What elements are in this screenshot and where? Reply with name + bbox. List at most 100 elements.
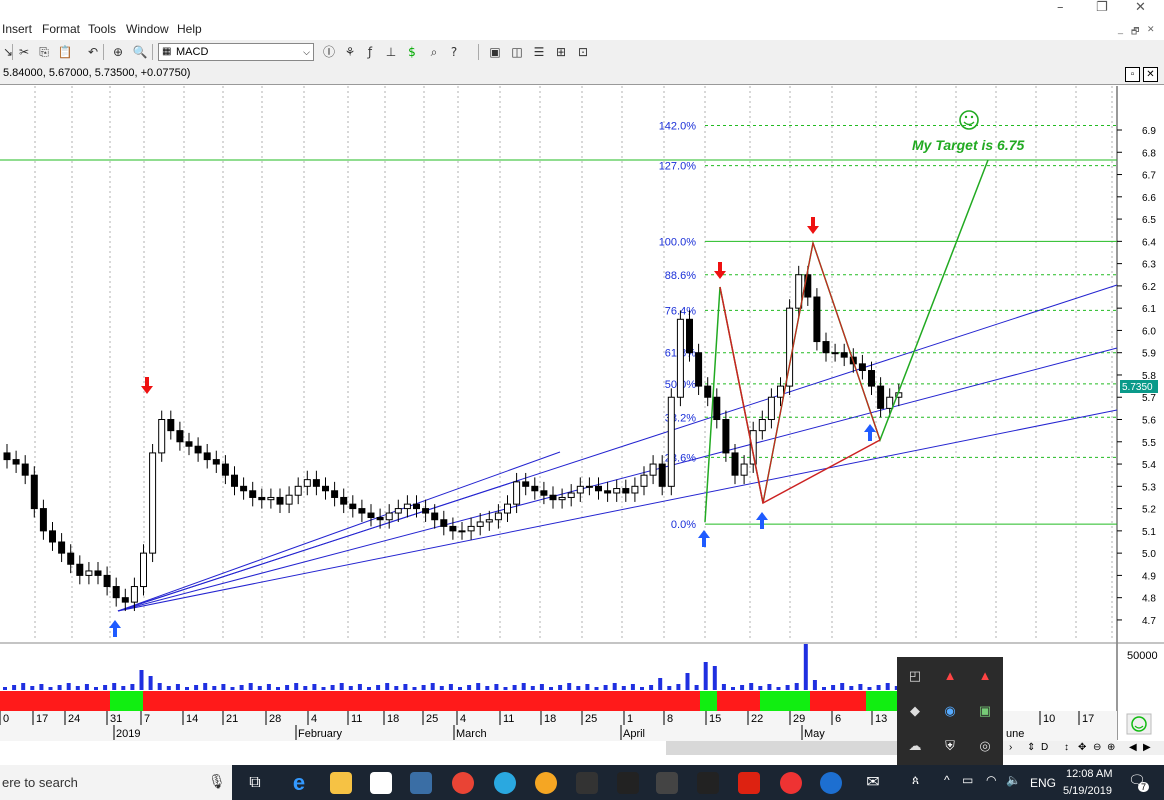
indicator-select[interactable]: ▦ MACD ⌵ (158, 43, 314, 61)
crosshair-icon[interactable]: ↘ (0, 44, 16, 60)
chart-close-icon[interactable]: ✕ (1143, 67, 1158, 82)
app-tray-icon[interactable]: ◰ (906, 667, 924, 685)
scroll-left-icon[interactable]: ◀ (1129, 742, 1137, 753)
tile-vertical-icon[interactable]: ◫ (509, 44, 525, 60)
close-icon[interactable]: ✕ (1135, 0, 1146, 15)
app-icon[interactable] (656, 772, 678, 794)
language-indicator[interactable]: ENG (1030, 776, 1056, 790)
clock-time[interactable]: 12:08 AM (1066, 768, 1112, 780)
tile-horizontal-icon[interactable]: ☰ (531, 44, 547, 60)
file-explorer-icon[interactable] (330, 772, 352, 794)
battery-icon[interactable]: ▭ (962, 773, 973, 787)
media-icon[interactable] (410, 772, 432, 794)
date-tick-label: 21 (226, 713, 238, 725)
date-tick-label: 18 (387, 713, 399, 725)
chevron-up-icon[interactable]: ^ (944, 773, 950, 787)
binoculars-icon[interactable]: ⌕ (426, 44, 442, 60)
daily-icon[interactable]: D (1041, 742, 1048, 753)
candle-body (58, 541, 66, 554)
zoom-icon[interactable]: 🔍 (132, 44, 148, 60)
microphone-icon[interactable]: 🎙 (208, 773, 226, 790)
undo-icon[interactable]: ↶ (85, 44, 101, 60)
horizontal-scrollbar[interactable] (666, 741, 898, 755)
mdi-restore-icon[interactable]: 🗗 (1131, 24, 1139, 40)
price-chart[interactable]: 142.0%127.0%100.0%88.6%76.4%61.8%50.0%38… (0, 85, 1164, 741)
smiley-icon[interactable] (1126, 713, 1152, 735)
wifi-icon[interactable]: ◠ (986, 773, 996, 787)
month-label: March (456, 728, 487, 740)
app-icon[interactable] (780, 772, 802, 794)
store-icon[interactable] (370, 772, 392, 794)
candle-body (185, 441, 193, 447)
function-icon[interactable]: ƒ (362, 44, 378, 60)
macd-green-segment (866, 691, 897, 711)
cloud-tray-icon[interactable]: ☁ (906, 737, 924, 755)
candle-body (513, 481, 521, 505)
notification-count: 7 (1138, 782, 1150, 792)
signal-icon[interactable]: ⊥ (383, 44, 399, 60)
mail-icon[interactable]: ✉ (862, 772, 884, 794)
volume-bar (712, 666, 717, 690)
tile-grid-icon[interactable]: ⊞ (553, 44, 569, 60)
sort-icon[interactable]: ↕ (1064, 742, 1069, 753)
mdi-close-icon[interactable]: ✕ (1147, 24, 1155, 35)
layout-icon[interactable]: ⊡ (575, 44, 591, 60)
volume-bar (458, 687, 462, 690)
volume-bar (212, 686, 217, 690)
menu-tools[interactable]: Tools (88, 22, 116, 36)
shield-tray-icon[interactable]: ◉ (941, 702, 959, 720)
copy-icon[interactable]: ⎘ (36, 44, 52, 60)
edge-icon[interactable]: e (288, 772, 310, 794)
expert-icon[interactable]: ⚘ (342, 44, 358, 60)
paste-icon[interactable]: 📋 (57, 44, 73, 60)
help-pointer-icon[interactable]: ? (446, 44, 462, 60)
volume-bar (303, 686, 308, 690)
cut-icon[interactable]: ✂ (16, 44, 32, 60)
volume-icon[interactable]: 🔈 (1006, 773, 1021, 787)
candle-body (667, 396, 675, 487)
menu-insert[interactable]: Insert (2, 22, 32, 36)
sync-tray-icon[interactable]: ◎ (976, 737, 994, 755)
app-icon[interactable] (617, 772, 639, 794)
zoom-in-icon[interactable]: ⊕ (1107, 742, 1115, 753)
scroll-end-icon[interactable]: ▶ (1143, 742, 1151, 753)
nvidia-tray-icon[interactable]: ▣ (976, 702, 994, 720)
menu-help[interactable]: Help (177, 22, 202, 36)
app-icon[interactable] (494, 772, 516, 794)
window-cascade-icon[interactable]: ▣ (487, 44, 503, 60)
chart-app-icon[interactable] (576, 772, 598, 794)
metatrader-tray-icon[interactable]: ▲ (976, 667, 994, 685)
mdi-minimize-icon[interactable]: _ (1118, 24, 1123, 34)
app-icon[interactable] (535, 772, 557, 794)
volume-bar (858, 684, 863, 690)
app-icon[interactable] (820, 772, 842, 794)
metatrader-tray-icon[interactable]: ▲ (941, 667, 959, 685)
volume-bar (112, 683, 117, 690)
minimize-icon[interactable]: – (1057, 0, 1064, 15)
price-tick-label: 6.6 (1142, 193, 1156, 204)
candle-body (522, 481, 530, 487)
menu-window[interactable]: Window (126, 22, 169, 36)
dollar-icon[interactable]: $ (404, 44, 420, 60)
candle-body (858, 363, 866, 372)
chrome-icon[interactable] (452, 772, 474, 794)
chart-restore-icon[interactable]: ▫ (1125, 67, 1140, 82)
restore-icon[interactable]: ❐ (1096, 0, 1108, 15)
zoom-out-icon[interactable]: ⊖ (1093, 742, 1101, 753)
network-tray-icon[interactable]: ◆ (906, 702, 924, 720)
security-tray-icon[interactable]: ⛨ (941, 737, 959, 755)
task-view-icon[interactable]: ⧉ (244, 772, 266, 794)
clock-date[interactable]: 5/19/2019 (1063, 785, 1112, 797)
period-icon[interactable]: ⇕ (1027, 742, 1035, 753)
fib-level-label: 127.0% (659, 161, 697, 173)
indicator-icon[interactable]: Ⓘ (321, 44, 337, 60)
scroll-right-icon[interactable]: › (1009, 742, 1012, 753)
people-icon[interactable]: ጰ (912, 773, 919, 788)
taskbar-search[interactable]: ere to search 🎙 (0, 765, 232, 800)
menu-format[interactable]: Format (42, 22, 80, 36)
target-icon[interactable]: ⊕ (110, 44, 126, 60)
move-icon[interactable]: ✥ (1078, 742, 1086, 753)
metatrader-icon[interactable] (697, 772, 719, 794)
candle-body (94, 570, 102, 576)
fxpro-icon[interactable] (738, 772, 760, 794)
